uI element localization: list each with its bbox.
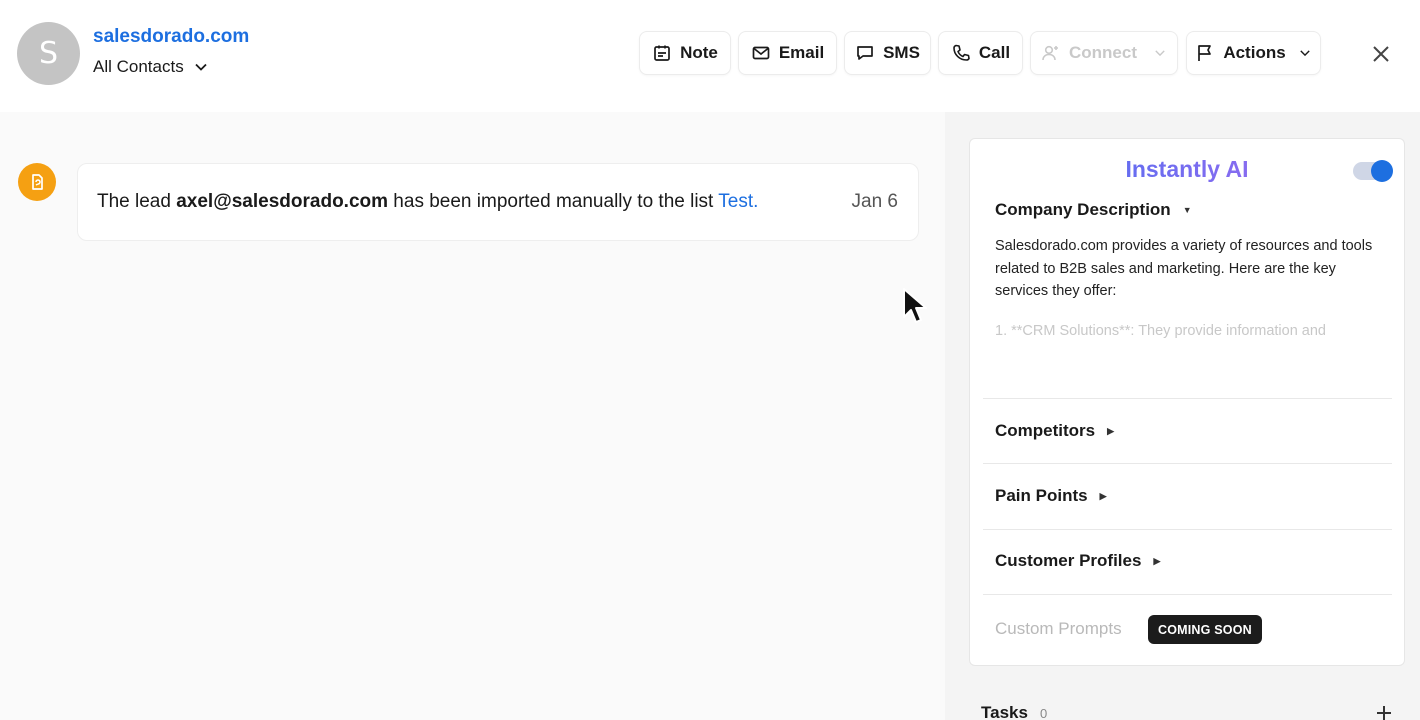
chevron-down-icon (1155, 50, 1165, 57)
timeline-event-card: The lead axel@salesdorado.com has been i… (77, 163, 919, 241)
company-description-header[interactable]: Company Description ▼ (995, 200, 1192, 220)
tasks-label: Tasks (981, 703, 1028, 720)
avatar: S (17, 22, 80, 85)
pain-points-title: Pain Points (995, 486, 1088, 505)
competitors-header[interactable]: Competitors ▶ (995, 421, 1114, 441)
divider (983, 398, 1392, 399)
envelope-icon (752, 46, 770, 60)
sms-label: SMS (883, 43, 920, 62)
add-user-icon (1042, 45, 1058, 61)
phone-icon (953, 44, 970, 61)
record-header: S salesdorado.com All Contacts Note Emai… (0, 0, 1420, 112)
toggle-knob (1371, 160, 1393, 182)
chevron-down-icon (1299, 50, 1310, 57)
tasks-count: 0 (1040, 706, 1048, 720)
custom-prompts-label: Custom Prompts (995, 619, 1122, 638)
event-prefix: The lead (97, 191, 177, 212)
import-event-icon (18, 163, 56, 201)
connect-button[interactable]: Connect (1030, 31, 1178, 75)
mouse-cursor-icon (903, 288, 927, 323)
note-button[interactable]: Note (639, 31, 731, 75)
calendar-note-icon (654, 45, 670, 61)
competitors-title: Competitors (995, 421, 1096, 440)
company-description-fade: 1. **CRM Solutions**: They provide infor… (995, 323, 1326, 339)
event-lead-email: axel@salesdorado.com (176, 191, 389, 212)
company-description-title: Company Description (995, 200, 1171, 219)
email-button[interactable]: Email (738, 31, 837, 75)
chat-bubble-icon (857, 46, 873, 60)
add-task-icon[interactable] (1374, 703, 1394, 720)
ai-toggle[interactable] (1353, 160, 1393, 182)
actions-dropdown-button[interactable]: Actions (1186, 31, 1321, 75)
event-middle: has been imported manually to the list (388, 191, 719, 212)
divider (983, 594, 1392, 595)
customer-profiles-header[interactable]: Customer Profiles ▶ (995, 551, 1160, 571)
call-button[interactable]: Call (938, 31, 1023, 75)
event-list-link[interactable]: Test (718, 191, 753, 212)
avatar-letter: S (38, 36, 59, 71)
divider (983, 463, 1392, 464)
ai-panel-title: Instantly AI (970, 156, 1404, 183)
company-description-text: Salesdorado.com provides a variety of re… (995, 238, 1373, 299)
note-label: Note (680, 43, 718, 62)
caret-down-icon: ▼ (1182, 205, 1192, 215)
file-import-icon (32, 174, 43, 190)
flag-icon (1198, 45, 1212, 61)
connect-label: Connect (1069, 43, 1137, 62)
email-label: Email (778, 43, 825, 62)
caret-right-icon: ▶ (1107, 425, 1115, 436)
event-text: The lead axel@salesdorado.com has been i… (97, 191, 758, 213)
instantly-ai-panel: Instantly AI Company Description ▼ Sales… (969, 138, 1405, 666)
contact-list-label: All Contacts (93, 57, 184, 76)
contact-domain-link[interactable]: salesdorado.com (93, 26, 249, 48)
close-icon[interactable] (1368, 41, 1394, 67)
caret-right-icon: ▶ (1099, 490, 1107, 501)
sms-button[interactable]: SMS (844, 31, 931, 75)
actions-label: Actions (1223, 43, 1286, 62)
pain-points-header[interactable]: Pain Points ▶ (995, 486, 1107, 506)
event-suffix: . (753, 191, 759, 212)
chevron-down-icon (195, 63, 207, 71)
call-label: Call (978, 43, 1011, 62)
event-date: Jan 6 (851, 191, 898, 212)
caret-right-icon: ▶ (1153, 555, 1161, 566)
customer-profiles-title: Customer Profiles (995, 551, 1142, 570)
contact-list-dropdown[interactable]: All Contacts (93, 57, 208, 77)
coming-soon-badge: COMING SOON (1148, 615, 1262, 644)
divider (983, 529, 1392, 530)
